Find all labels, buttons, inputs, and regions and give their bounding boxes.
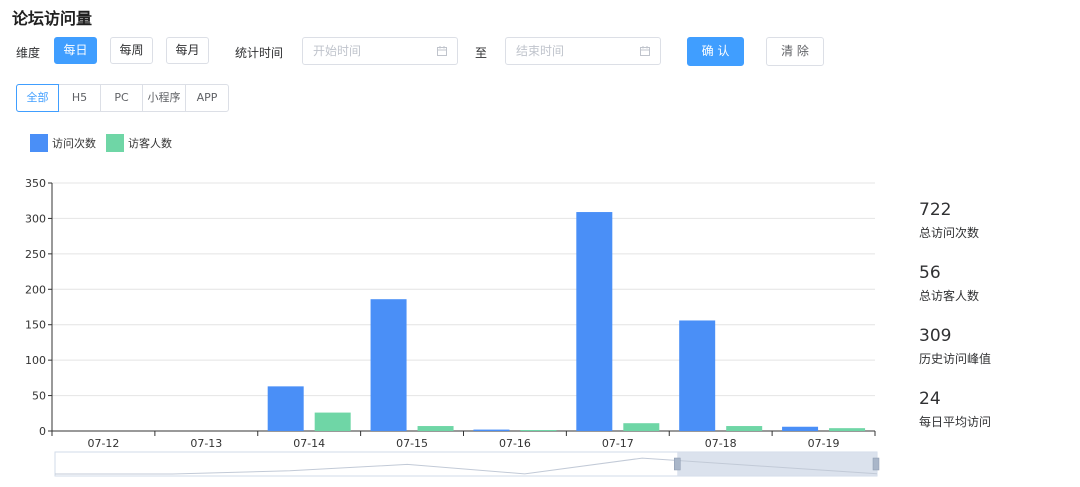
platform-segmented-control: 全部 H5 PC 小程序 APP xyxy=(16,84,229,112)
end-date-placeholder: 结束时间 xyxy=(516,44,565,58)
bar-visitors[interactable] xyxy=(829,428,866,431)
x-tick-label: 07-18 xyxy=(705,437,737,450)
bar-visits[interactable] xyxy=(473,429,510,431)
confirm-button[interactable]: 确 认 xyxy=(687,37,744,66)
y-tick-label: 350 xyxy=(25,177,46,190)
visits-bar-chart: 0 50 100 150 200 250 300 350 07-12 07-13 07-14 07-1… xyxy=(25,177,880,477)
x-tick-label: 07-15 xyxy=(396,437,428,450)
stat-total-visitors-label: 总访客人数 xyxy=(919,289,980,303)
stat-total-visits-label: 总访问次数 xyxy=(919,226,980,240)
to-label: 至 xyxy=(475,46,488,60)
bar-visits[interactable] xyxy=(576,212,613,431)
stat-peak-visits-value: 309 xyxy=(919,326,952,346)
datazoom-selected-range[interactable] xyxy=(677,452,877,476)
x-tick-label: 07-12 xyxy=(87,437,119,450)
legend-swatch-visits xyxy=(30,134,48,152)
stat-peak-visits-label: 历史访问峰值 xyxy=(919,352,992,366)
stat-peak-visits: 309 历史访问峰值 xyxy=(919,326,991,389)
bar-visitors[interactable] xyxy=(417,426,454,431)
start-date-placeholder: 开始时间 xyxy=(313,44,362,58)
x-tick-label: 07-14 xyxy=(293,437,325,450)
platform-h5-tab[interactable]: H5 xyxy=(59,85,101,111)
monthly-button[interactable]: 每月 xyxy=(166,37,209,64)
bar-visits[interactable] xyxy=(782,426,819,431)
y-tick-label: 200 xyxy=(25,283,46,296)
stat-total-visitors-value: 56 xyxy=(919,263,941,283)
datazoom-handle-right[interactable] xyxy=(872,457,880,471)
page-title: 论坛访问量 xyxy=(12,9,93,28)
platform-all-tab[interactable]: 全部 xyxy=(16,84,59,112)
bar-visits[interactable] xyxy=(679,320,716,431)
legend-swatch-visitors xyxy=(106,134,124,152)
bar-visitors[interactable] xyxy=(623,423,660,431)
legend-item-visitors[interactable]: 访客人数 xyxy=(106,134,172,152)
y-tick-label: 0 xyxy=(39,425,46,438)
y-tick-label: 250 xyxy=(25,248,46,261)
bar-visits[interactable] xyxy=(370,299,407,431)
y-tick-label: 50 xyxy=(32,390,46,403)
x-tick-label: 07-19 xyxy=(808,437,840,450)
weekly-button[interactable]: 每周 xyxy=(110,37,153,64)
legend-label-visitors: 访客人数 xyxy=(128,137,172,150)
bar-visits[interactable] xyxy=(267,386,304,431)
end-date-input[interactable]: 结束时间 xyxy=(505,37,661,65)
stat-total-visits: 722 总访问次数 xyxy=(919,200,991,263)
stat-total-visitors: 56 总访客人数 xyxy=(919,263,991,326)
dimension-label: 维度 xyxy=(16,46,41,60)
platform-pc-tab[interactable]: PC xyxy=(101,85,143,111)
datazoom-handle-left[interactable] xyxy=(674,457,681,471)
x-tick-label: 07-16 xyxy=(499,437,531,450)
time-label: 统计时间 xyxy=(235,46,284,60)
clear-button[interactable]: 清 除 xyxy=(766,37,824,66)
bar-visitors[interactable] xyxy=(520,430,557,431)
platform-app-tab[interactable]: APP xyxy=(186,85,228,111)
calendar-icon xyxy=(437,46,447,56)
bar-visitors[interactable] xyxy=(726,426,763,431)
platform-miniprogram-tab[interactable]: 小程序 xyxy=(143,85,186,111)
start-date-input[interactable]: 开始时间 xyxy=(302,37,458,65)
filter-row: 维度 每日 每周 每月 统计时间 开始时间 至 结束时间 确 认 清 除 xyxy=(15,37,835,66)
legend-label-visits: 访问次数 xyxy=(52,137,96,150)
stat-daily-average-value: 24 xyxy=(919,389,941,409)
daily-button[interactable]: 每日 xyxy=(54,37,97,64)
stat-daily-average: 24 每日平均访问 xyxy=(919,389,991,452)
chart-legend: 访问次数 访客人数 xyxy=(30,134,182,152)
x-tick-label: 07-17 xyxy=(602,437,634,450)
stat-daily-average-label: 每日平均访问 xyxy=(919,415,992,429)
stat-total-visits-value: 722 xyxy=(919,200,952,220)
bar-visitors[interactable] xyxy=(314,412,351,431)
x-tick-label: 07-13 xyxy=(190,437,222,450)
y-tick-label: 300 xyxy=(25,212,46,225)
y-tick-label: 150 xyxy=(25,319,46,332)
y-tick-label: 100 xyxy=(25,354,46,367)
calendar-icon xyxy=(640,46,650,56)
legend-item-visits[interactable]: 访问次数 xyxy=(30,134,96,152)
stats-panel: 722 总访问次数 56 总访客人数 309 历史访问峰值 24 每日平均访问 xyxy=(919,200,991,452)
